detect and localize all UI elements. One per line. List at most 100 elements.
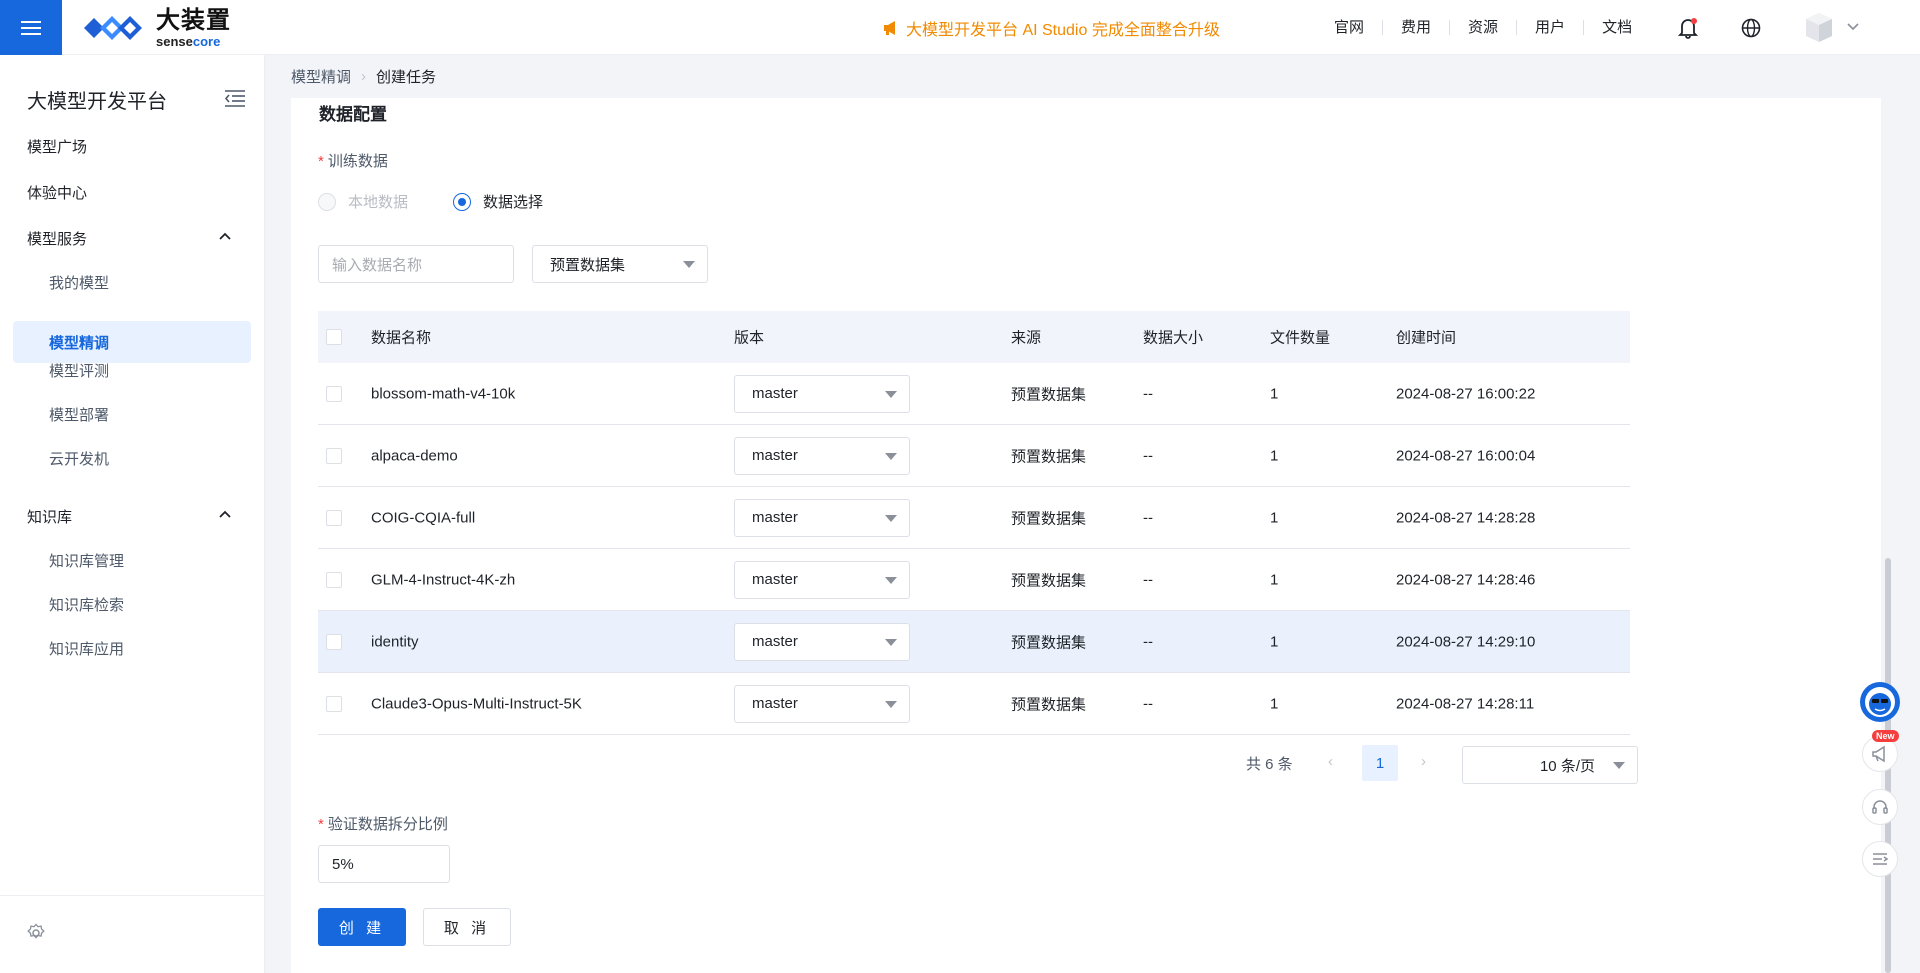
- megaphone-icon: [884, 21, 895, 35]
- column-header-size: 数据大小: [1143, 329, 1204, 347]
- gear-icon[interactable]: [26, 923, 46, 943]
- table-row[interactable]: alpaca-demo master 预置数据集 -- 1 2024-08-27…: [318, 425, 1630, 487]
- version-select[interactable]: master: [734, 498, 910, 537]
- nav-link-users[interactable]: 用户: [1517, 20, 1585, 35]
- logo-title: 大装置: [156, 6, 231, 34]
- sidebar-item-kb-apps[interactable]: 知识库应用: [13, 627, 251, 669]
- version-select[interactable]: master: [734, 436, 910, 475]
- page-1-button[interactable]: 1: [1362, 745, 1398, 781]
- sidebar-item-model-plaza[interactable]: 模型广场: [13, 125, 251, 167]
- notification-bell-icon[interactable]: [1675, 15, 1701, 41]
- sidebar-item-label: 云开发机: [49, 450, 110, 468]
- sidebar-group-knowledge-base[interactable]: 知识库: [13, 495, 251, 537]
- column-header-files: 文件数量: [1270, 329, 1331, 347]
- sidebar-item-cloud-dev[interactable]: 云开发机: [13, 437, 251, 479]
- sensecore-logo-icon: [84, 16, 142, 40]
- dataset-created-time: 2024-08-27 16:00:22: [1396, 385, 1536, 402]
- breadcrumb: 模型精调 › 创建任务: [291, 66, 436, 87]
- sidebar-item-deployment[interactable]: 模型部署: [13, 393, 251, 435]
- nav-link-docs[interactable]: 文档: [1584, 20, 1650, 35]
- dataset-source: 预置数据集: [1011, 510, 1087, 527]
- nav-link-official[interactable]: 官网: [1316, 20, 1384, 35]
- dataset-source: 预置数据集: [1011, 386, 1087, 403]
- caret-down-icon: [885, 514, 897, 522]
- sidebar-group-model-service[interactable]: 模型服务: [13, 217, 251, 259]
- create-button[interactable]: 创 建: [318, 908, 406, 946]
- version-select[interactable]: master: [734, 684, 910, 723]
- sidebar-item-label: 知识库: [27, 508, 73, 526]
- sidebar-item-experience-center[interactable]: 体验中心: [13, 171, 251, 213]
- dataset-file-count: 1: [1270, 695, 1279, 712]
- user-avatar[interactable]: [1802, 10, 1836, 44]
- row-checkbox[interactable]: [326, 695, 342, 712]
- row-checkbox[interactable]: [326, 385, 342, 402]
- globe-icon[interactable]: [1738, 15, 1764, 41]
- version-select[interactable]: master: [734, 622, 910, 661]
- radio-select-data[interactable]: 数据选择: [453, 191, 543, 212]
- sidebar-item-label: 知识库管理: [49, 552, 125, 570]
- section-title: 数据配置: [319, 105, 387, 124]
- caret-down-icon: [885, 700, 897, 708]
- dataset-size: --: [1143, 571, 1153, 588]
- select-value: master: [752, 633, 798, 650]
- split-ratio-label: * 验证数据拆分比例: [318, 816, 448, 833]
- column-header-created: 创建时间: [1396, 329, 1457, 347]
- column-header-name: 数据名称: [371, 329, 432, 347]
- dataset-file-count: 1: [1270, 633, 1279, 650]
- breadcrumb-parent[interactable]: 模型精调: [291, 66, 351, 87]
- nav-link-billing[interactable]: 费用: [1383, 20, 1451, 35]
- dataset-file-count: 1: [1270, 447, 1279, 464]
- split-ratio-input[interactable]: 5%: [318, 845, 450, 883]
- table-row[interactable]: identity master 预置数据集 -- 1 2024-08-27 14…: [318, 611, 1630, 673]
- sidebar-item-evaluation[interactable]: 模型评测: [13, 349, 251, 391]
- table-row[interactable]: COIG-CQIA-full master 预置数据集 -- 1 2024-08…: [318, 487, 1630, 549]
- dataset-size: --: [1143, 695, 1153, 712]
- collapse-sidebar-icon[interactable]: [224, 89, 246, 107]
- select-value: master: [752, 571, 798, 588]
- select-value: master: [752, 695, 798, 712]
- select-all-checkbox[interactable]: [326, 329, 342, 345]
- sidebar-item-my-models[interactable]: 我的模型: [13, 261, 251, 303]
- table-row[interactable]: blossom-math-v4-10k master 预置数据集 -- 1 20…: [318, 363, 1630, 425]
- sidebar-item-kb-search[interactable]: 知识库检索: [13, 583, 251, 625]
- row-checkbox[interactable]: [326, 633, 342, 650]
- select-value: 预置数据集: [550, 256, 626, 274]
- column-header-version: 版本: [734, 329, 765, 347]
- page-size-select[interactable]: 10 条/页: [1462, 746, 1638, 784]
- chevron-down-icon[interactable]: [1846, 22, 1860, 32]
- dataset-name: GLM-4-Instruct-4K-zh: [371, 571, 516, 588]
- nav-link-resources[interactable]: 资源: [1450, 20, 1518, 35]
- table-row[interactable]: Claude3-Opus-Multi-Instruct-5K master 预置…: [318, 673, 1630, 735]
- sidebar-item-label: 模型部署: [49, 406, 110, 424]
- announcement-text: 大模型开发平台 AI Studio 完成全面整合升级: [906, 22, 1220, 39]
- table-row[interactable]: GLM-4-Instruct-4K-zh master 预置数据集 -- 1 2…: [318, 549, 1630, 611]
- dataset-search-input[interactable]: 输入数据名称: [318, 245, 514, 283]
- logo[interactable]: 大装置 sensecore: [80, 8, 231, 48]
- version-select[interactable]: master: [734, 560, 910, 599]
- new-badge: New: [1872, 730, 1899, 742]
- assistant-avatar-icon[interactable]: [1860, 682, 1900, 722]
- radio-local-data[interactable]: 本地数据: [318, 191, 408, 212]
- caret-down-icon: [885, 638, 897, 646]
- announcement-banner[interactable]: 大模型开发平台 AI Studio 完成全面整合升级: [882, 16, 1220, 40]
- sidebar: 大模型开发平台 模型广场 体验中心 模型服务 我的模型 模型精调 模型评测 模型…: [0, 55, 265, 973]
- dataset-type-select[interactable]: 预置数据集: [532, 245, 708, 283]
- row-checkbox[interactable]: [326, 509, 342, 526]
- version-select[interactable]: master: [734, 374, 910, 413]
- headset-support-icon[interactable]: [1862, 789, 1898, 825]
- menu-button[interactable]: [0, 0, 62, 55]
- row-checkbox[interactable]: [326, 571, 342, 588]
- collapse-menu-icon[interactable]: [1862, 841, 1898, 877]
- next-page-icon[interactable]: ›: [1421, 753, 1426, 770]
- sidebar-item-label: 模型评测: [49, 362, 110, 380]
- dataset-size: --: [1143, 633, 1153, 650]
- dataset-name: alpaca-demo: [371, 447, 458, 464]
- sidebar-item-label: 模型广场: [27, 138, 88, 156]
- cancel-button[interactable]: 取 消: [423, 908, 511, 946]
- breadcrumb-separator-icon: ›: [361, 68, 367, 85]
- sidebar-item-kb-management[interactable]: 知识库管理: [13, 539, 251, 581]
- prev-page-icon[interactable]: ‹: [1328, 753, 1333, 770]
- dataset-size: --: [1143, 447, 1153, 464]
- row-checkbox[interactable]: [326, 447, 342, 464]
- dataset-name: COIG-CQIA-full: [371, 509, 476, 526]
